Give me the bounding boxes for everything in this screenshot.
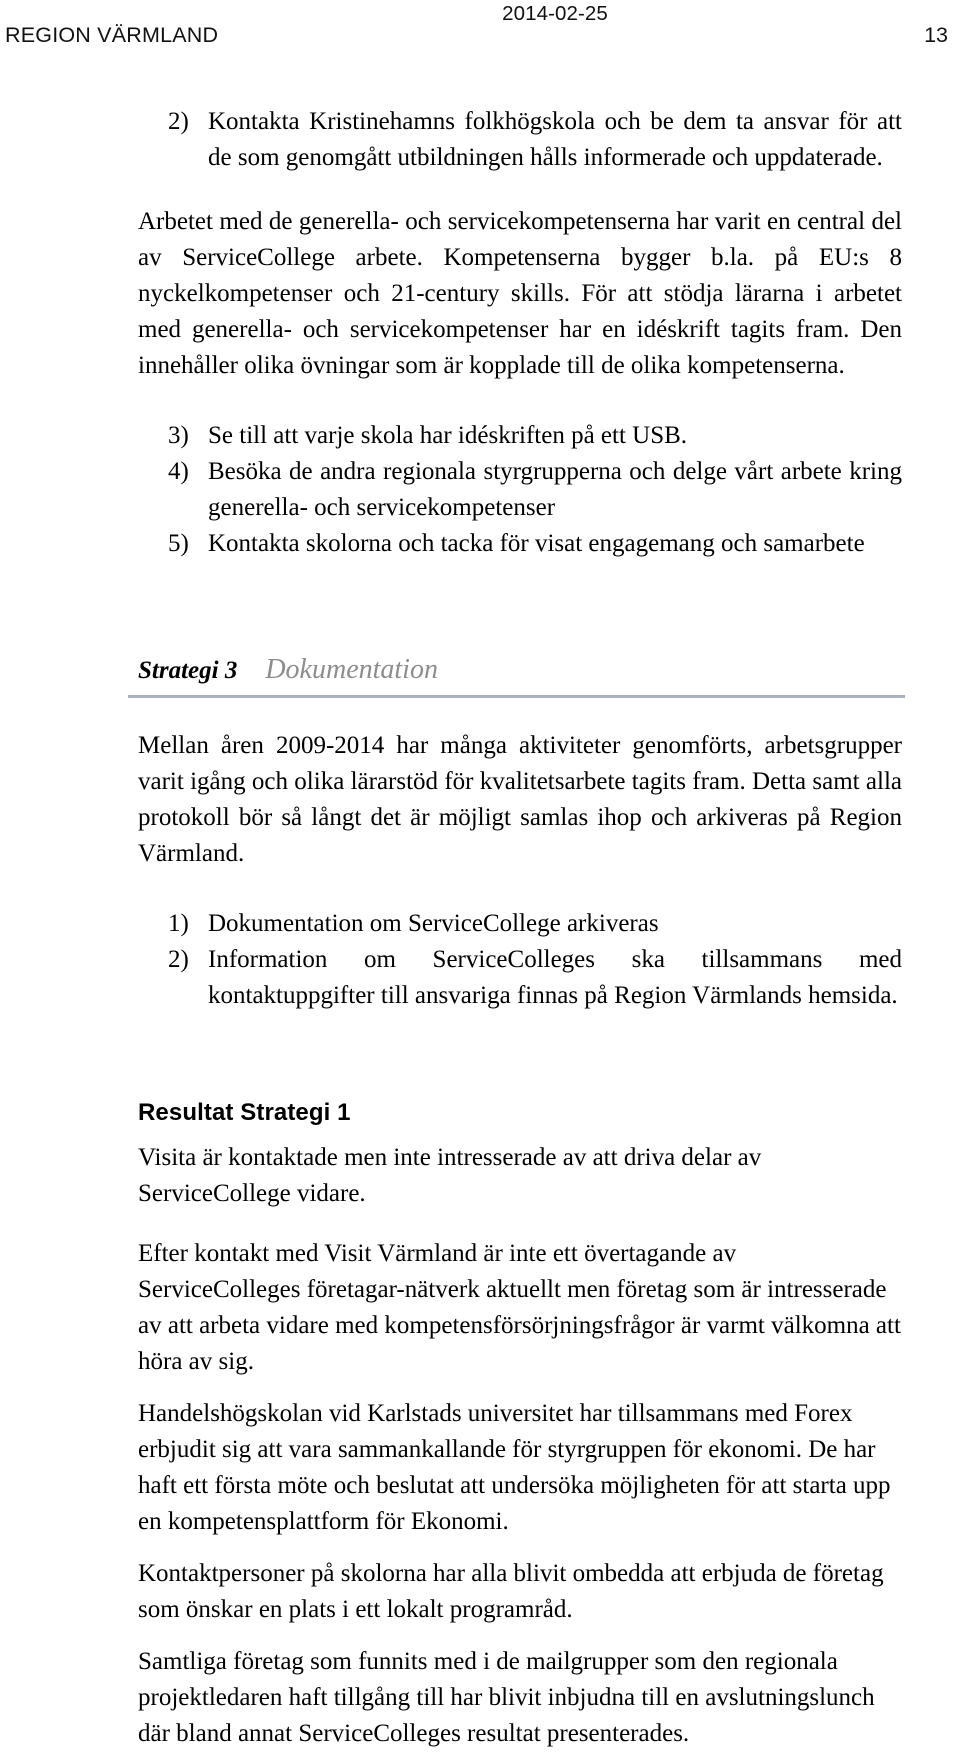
document-content: 2) Kontakta Kristinehamns folkhögskola o… bbox=[128, 104, 905, 1752]
list-marker: 3) bbox=[168, 422, 189, 449]
list-actions: 3) Se till att varje skola har idéskrift… bbox=[138, 418, 902, 562]
list-marker: 1) bbox=[168, 910, 189, 937]
list-item: 3) Se till att varje skola har idéskrift… bbox=[138, 418, 902, 454]
strategy-label: Strategi 3 bbox=[138, 657, 238, 684]
result-paragraph-1: Visita är kontaktade men inte intressera… bbox=[138, 1144, 762, 1207]
list-marker: 5) bbox=[168, 530, 189, 557]
paragraph-generella: Arbetet med de generella- och servicekom… bbox=[138, 208, 902, 379]
list-strategy2-continued: 2) Kontakta Kristinehamns folkhögskola o… bbox=[138, 104, 902, 176]
result-paragraph-5: Samtliga företag som funnits med i de ma… bbox=[138, 1648, 875, 1747]
paragraph-dokumentation: Mellan åren 2009-2014 har många aktivite… bbox=[138, 732, 902, 867]
list-item: 2) Information om ServiceColleges ska ti… bbox=[138, 942, 902, 1014]
list-item: 1) Dokumentation om ServiceCollege arkiv… bbox=[138, 906, 902, 942]
result-heading: Resultat Strategi 1 bbox=[138, 1099, 351, 1126]
result-paragraph-4: Kontaktpersoner på skolorna har alla bli… bbox=[138, 1560, 884, 1623]
strategy-topic: Dokumentation bbox=[265, 654, 438, 685]
list-item-text: Besöka de andra regionala styrgrupperna … bbox=[208, 458, 902, 521]
list-marker: 2) bbox=[168, 108, 189, 135]
list-item-text: Kontakta skolorna och tacka för visat en… bbox=[208, 530, 865, 557]
heading-divider bbox=[128, 695, 905, 698]
result-paragraph-2: Efter kontakt med Visit Värmland är inte… bbox=[138, 1240, 901, 1375]
result-paragraph-3: Handelshögskolan vid Karlstads universit… bbox=[138, 1400, 891, 1535]
strategy-heading: Strategi 3 Dokumentation bbox=[128, 654, 905, 704]
list-item-text: Information om ServiceColleges ska tills… bbox=[208, 946, 902, 1009]
list-item-text: Dokumentation om ServiceCollege arkivera… bbox=[208, 910, 659, 937]
list-dokumentation: 1) Dokumentation om ServiceCollege arkiv… bbox=[138, 906, 902, 1014]
header-page-number: 13 bbox=[924, 23, 948, 47]
list-item: 5) Kontakta skolorna och tacka för visat… bbox=[138, 526, 902, 562]
list-item: 4) Besöka de andra regionala styrgrupper… bbox=[138, 454, 902, 526]
page-header: 2014-02-25 REGION VÄRMLAND 13 bbox=[0, 0, 960, 62]
header-organization: REGION VÄRMLAND bbox=[5, 23, 219, 47]
list-item-text: Se till att varje skola har idéskriften … bbox=[208, 422, 688, 449]
list-marker: 4) bbox=[168, 458, 189, 485]
list-item: 2) Kontakta Kristinehamns folkhögskola o… bbox=[138, 104, 902, 176]
list-item-text: Kontakta Kristinehamns folkhögskola och … bbox=[208, 108, 902, 171]
list-marker: 2) bbox=[168, 946, 189, 973]
